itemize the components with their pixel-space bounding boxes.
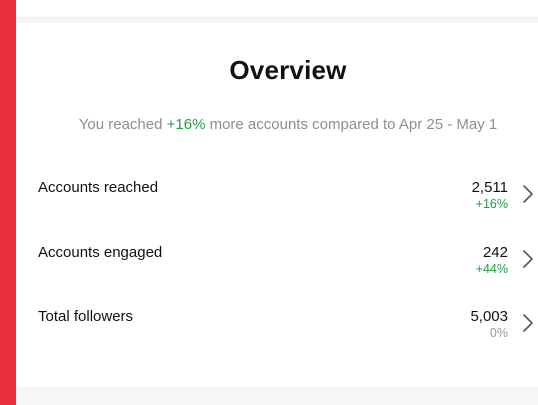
metric-value: 2,511	[471, 179, 508, 196]
chevron-right-icon	[523, 185, 533, 203]
overview-title: Overview	[229, 55, 347, 85]
metric-label: Total followers	[38, 308, 134, 325]
metric-row-accounts-engaged[interactable]: Accounts engaged 242 +44%	[38, 244, 538, 294]
metric-change: +44%	[475, 262, 508, 276]
metric-value: 242	[482, 244, 508, 261]
overview-summary: You reached +16% more accounts compared …	[16, 116, 538, 133]
metric-label: Accounts engaged	[38, 244, 163, 261]
metric-label: Accounts reached	[38, 179, 159, 196]
chevron-right-icon	[523, 314, 533, 332]
metric-value: 5,003	[470, 308, 508, 325]
metric-row-total-followers[interactable]: Total followers 5,003 0%	[38, 308, 538, 358]
metric-change: 0%	[489, 326, 508, 340]
chevron-right-icon	[523, 250, 533, 268]
top-card-edge	[16, 0, 538, 18]
metric-change: +16%	[475, 197, 508, 211]
app-frame: Overview You reached +16% more accounts …	[16, 0, 538, 405]
summary-suffix: more accounts compared to Apr 25 - May 1	[205, 116, 498, 133]
overview-card: Overview You reached +16% more accounts …	[16, 23, 538, 387]
summary-prefix: You reached	[78, 116, 167, 133]
metric-row-accounts-reached[interactable]: Accounts reached 2,511 +16%	[38, 179, 538, 229]
summary-change: +16%	[166, 116, 206, 133]
